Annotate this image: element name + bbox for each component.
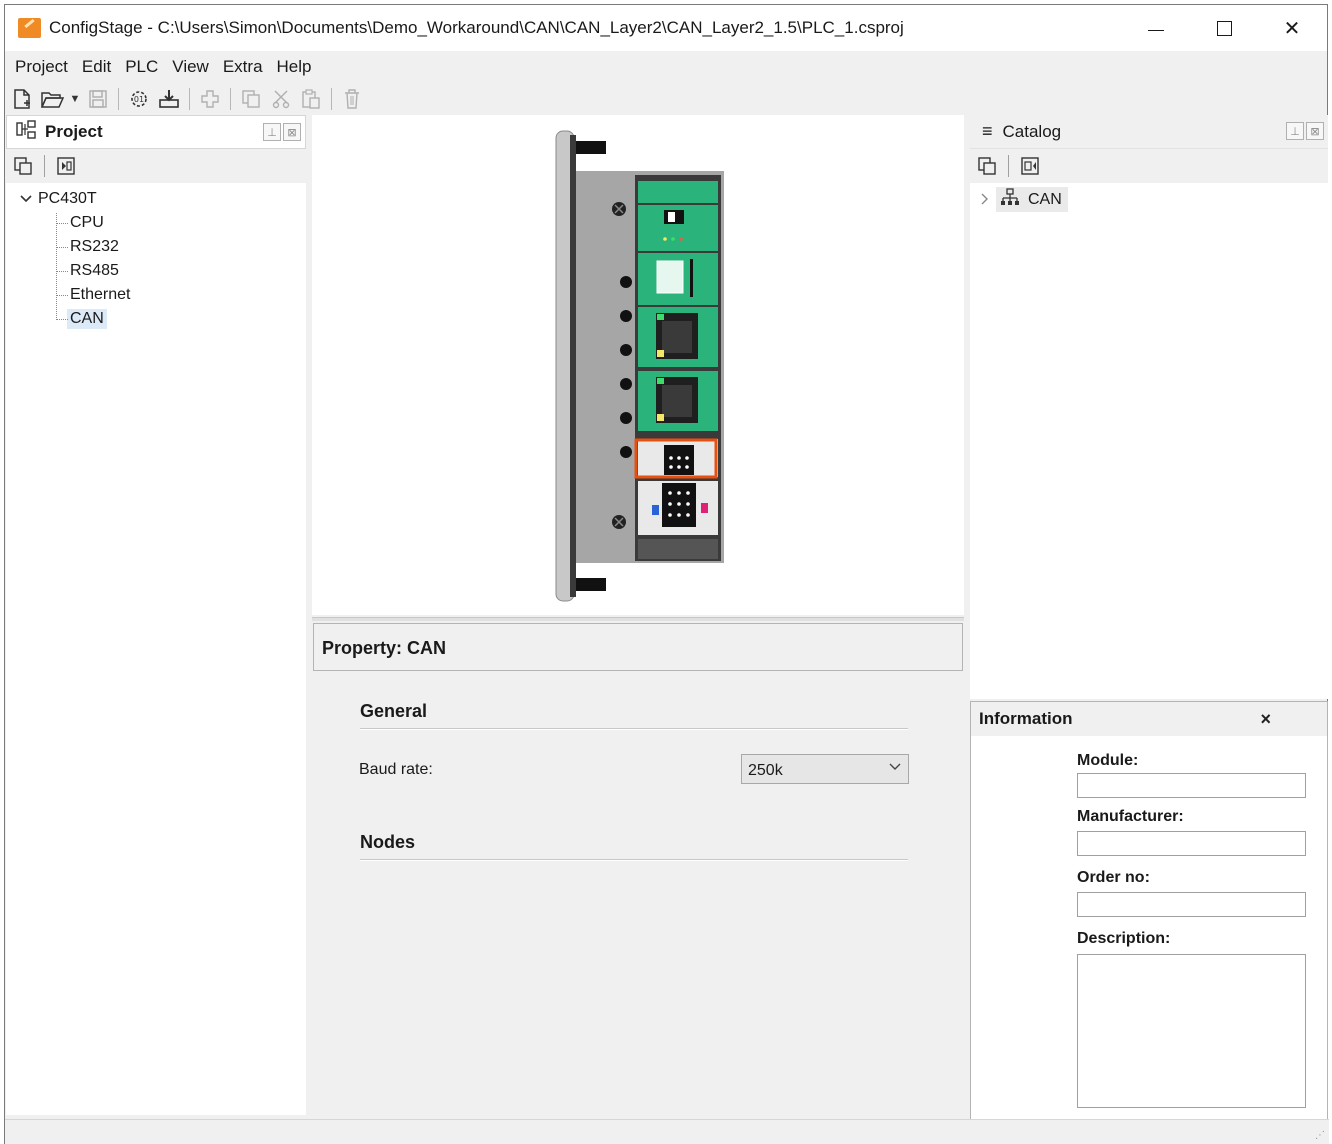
tool-separator [44, 155, 45, 177]
menu-edit[interactable]: Edit [78, 53, 121, 81]
menu-bar: Project Edit PLC View Extra Help [5, 53, 1327, 81]
catalog-panel: ≡ Catalog ⊥ ⊠ CAN [970, 115, 1328, 699]
module-label: Module: [1077, 752, 1139, 769]
tree-node-rs232[interactable]: RS232 [6, 235, 306, 259]
menu-view[interactable]: View [168, 53, 219, 81]
general-section-title: General [360, 701, 428, 721]
device-view [312, 115, 964, 615]
order-no-label: Order no: [1077, 869, 1150, 886]
resize-grip-icon[interactable]: ⋰ [1315, 1130, 1325, 1141]
property-title: Property: CAN [313, 623, 963, 671]
expand-all-icon[interactable] [55, 155, 77, 177]
menu-plc[interactable]: PLC [121, 53, 168, 81]
chevron-down-icon[interactable] [20, 192, 34, 207]
project-panel: Project ⊥ ⊠ PC430T CPU RS232 RS485 Ether… [6, 115, 306, 1115]
close-icon[interactable]: × [1260, 709, 1271, 730]
tree-root-label: PC430T [38, 190, 97, 207]
chevron-right-icon[interactable] [980, 192, 988, 208]
paste-icon[interactable] [298, 86, 324, 112]
plc-device-image [555, 130, 724, 602]
pin-icon[interactable]: ⊥ [1286, 122, 1304, 140]
close-button[interactable]: ✕ [1269, 11, 1315, 45]
tree-node-rs485[interactable]: RS485 [6, 259, 306, 283]
property-pane: Property: CAN General Baud rate: 250k No… [312, 621, 964, 1121]
description-field[interactable] [1077, 954, 1306, 1108]
module-field[interactable] [1077, 773, 1306, 798]
tree-node-can[interactable]: CAN [6, 307, 306, 331]
expand-all-icon[interactable] [1019, 155, 1041, 177]
project-tree-icon [15, 119, 39, 146]
toolbar-separator [230, 88, 231, 110]
cut-icon[interactable] [268, 86, 294, 112]
open-folder-icon[interactable] [39, 86, 65, 112]
tree-node-ethernet[interactable]: Ethernet [6, 283, 306, 307]
menu-project[interactable]: Project [11, 53, 78, 81]
baud-rate-select[interactable]: 250k [741, 754, 909, 784]
catalog-title: Catalog [1002, 121, 1062, 141]
panel-close-icon[interactable]: ⊠ [1306, 122, 1324, 140]
section-divider [360, 728, 908, 730]
project-panel-header: Project ⊥ ⊠ [6, 115, 306, 149]
toolbar-separator [118, 88, 119, 110]
chevron-down-icon [888, 759, 902, 777]
save-icon[interactable] [85, 86, 111, 112]
project-panel-tools [6, 149, 306, 183]
tree-node-root[interactable]: PC430T [6, 187, 306, 211]
add-icon[interactable] [197, 86, 223, 112]
project-tree: PC430T CPU RS232 RS485 Ethernet CAN [6, 183, 306, 331]
new-file-icon[interactable] [9, 86, 35, 112]
catalog-panel-header: ≡ Catalog ⊥ ⊠ [970, 115, 1328, 149]
window-title: ConfigStage - C:\Users\Simon\Documents\D… [49, 18, 904, 37]
network-icon [1000, 188, 1020, 211]
manufacturer-field[interactable] [1077, 831, 1306, 856]
toolbar-separator [189, 88, 190, 110]
tree-node-cpu[interactable]: CPU [6, 211, 306, 235]
information-header: Information × [971, 702, 1327, 736]
toolbar: ▼ 01 [9, 85, 365, 113]
tool-separator [1008, 155, 1009, 177]
delete-icon[interactable] [339, 86, 365, 112]
collapse-all-icon[interactable] [976, 155, 998, 177]
baud-rate-label: Baud rate: [359, 761, 433, 778]
maximize-button[interactable] [1201, 11, 1247, 45]
baud-rate-value: 250k [748, 762, 783, 779]
collapse-all-icon[interactable] [12, 155, 34, 177]
catalog-item-label: CAN [1028, 190, 1062, 208]
hamburger-icon: ≡ [982, 121, 993, 141]
catalog-item-can[interactable]: CAN [980, 187, 1068, 212]
app-logo-icon [18, 18, 41, 38]
order-no-field[interactable] [1077, 892, 1306, 917]
minimize-button[interactable] [1133, 11, 1179, 45]
download-icon[interactable] [156, 86, 182, 112]
toolbar-separator [331, 88, 332, 110]
project-panel-title: Project [45, 122, 103, 141]
copy-icon[interactable] [238, 86, 264, 112]
nodes-section-title: Nodes [360, 832, 416, 852]
app-window: ConfigStage - C:\Users\Simon\Documents\D… [4, 4, 1329, 1144]
panel-close-icon[interactable]: ⊠ [283, 123, 301, 141]
title-bar: ConfigStage - C:\Users\Simon\Documents\D… [5, 5, 1327, 51]
pin-icon[interactable]: ⊥ [263, 123, 281, 141]
information-panel: Information × Module: Manufacturer: Orde… [970, 701, 1328, 1121]
information-title: Information [979, 709, 1073, 728]
svg-text:01: 01 [134, 95, 144, 104]
menu-extra[interactable]: Extra [219, 53, 273, 81]
description-label: Description: [1077, 930, 1171, 947]
section-divider [360, 859, 908, 861]
manufacturer-label: Manufacturer: [1077, 808, 1184, 825]
compile-icon[interactable]: 01 [126, 86, 152, 112]
catalog-tools [970, 149, 1328, 183]
menu-help[interactable]: Help [273, 53, 322, 81]
open-dropdown-icon[interactable]: ▼ [69, 86, 81, 112]
status-bar: ⋰ [5, 1119, 1329, 1144]
